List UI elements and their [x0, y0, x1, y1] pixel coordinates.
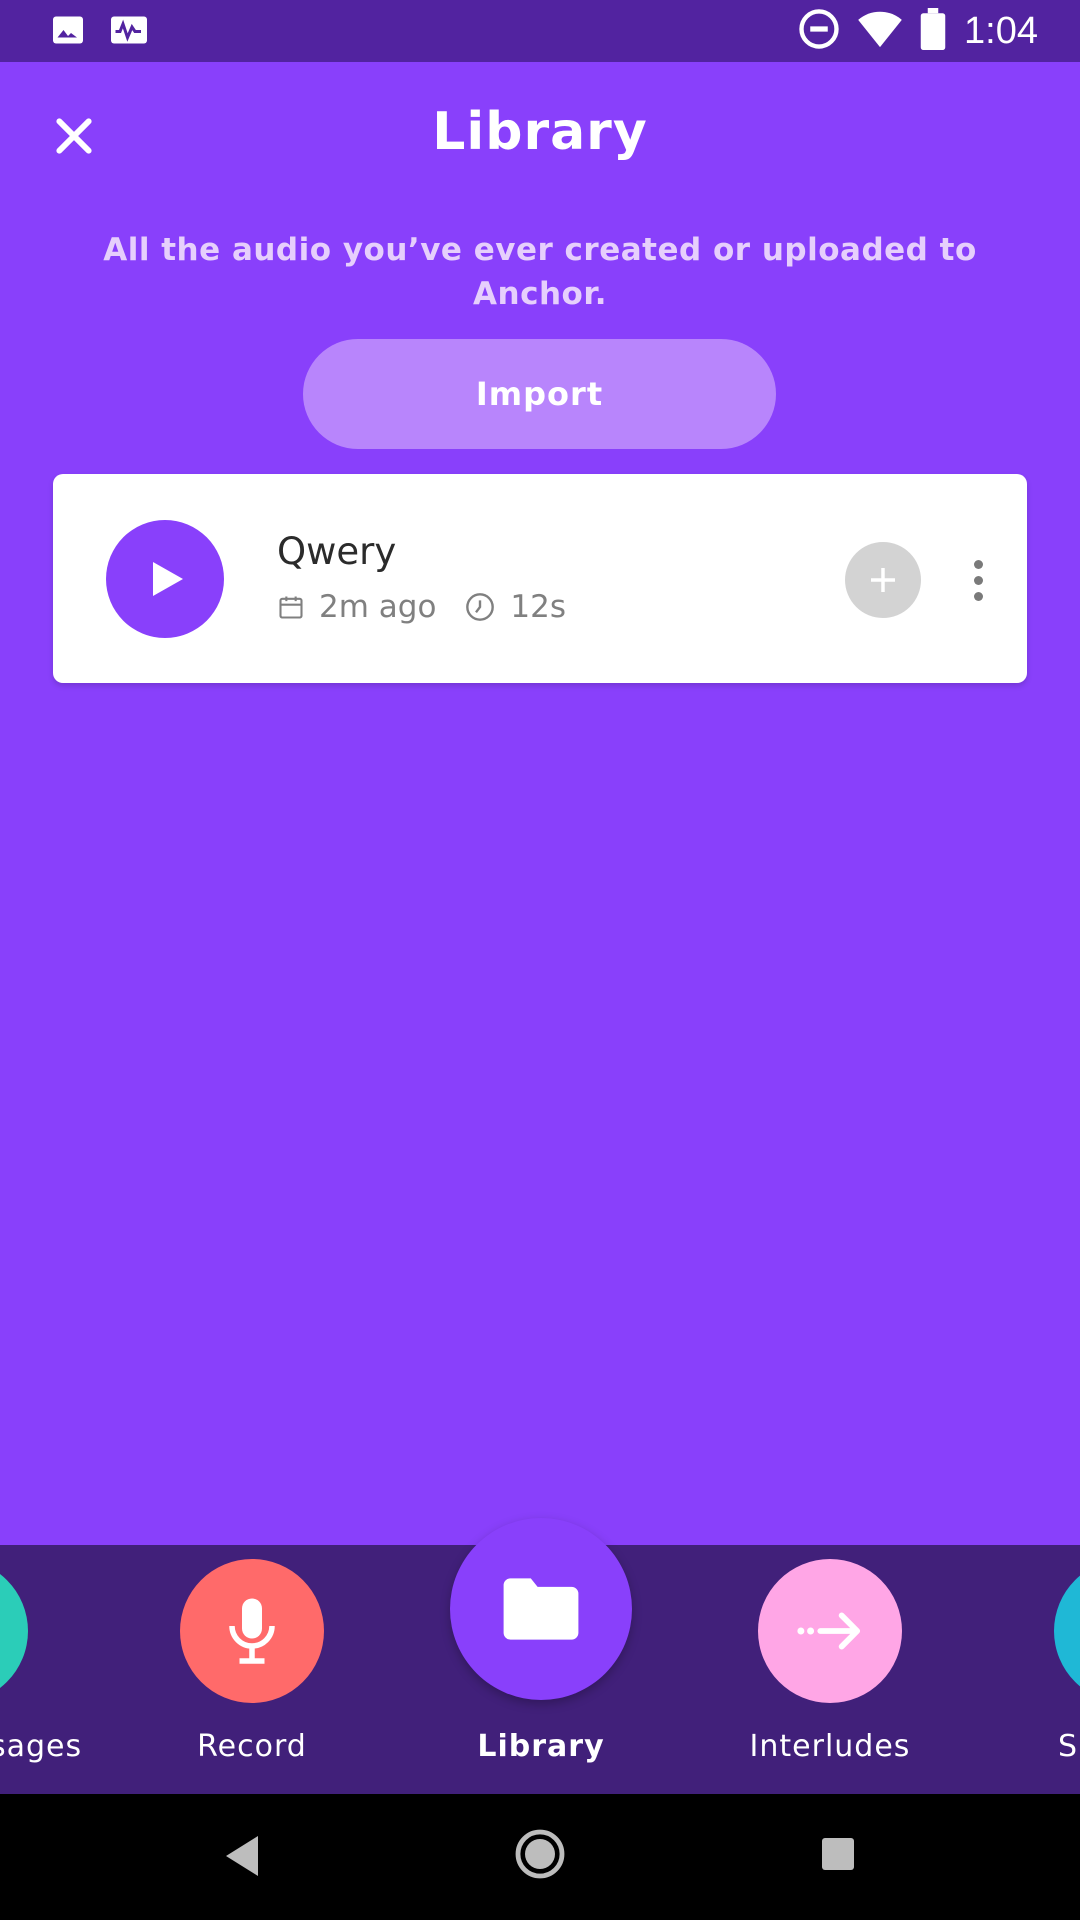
sounds-circle: [1054, 1559, 1080, 1703]
messages-circle: [0, 1559, 28, 1703]
folder-icon: [503, 1578, 579, 1640]
audio-date: 2m ago: [319, 589, 437, 625]
wifi-icon: [858, 9, 902, 53]
play-button[interactable]: [106, 520, 224, 638]
add-to-episode-button[interactable]: [845, 542, 921, 618]
nav-item-library[interactable]: [450, 1518, 632, 1700]
nav-label-sounds: S: [1058, 1729, 1079, 1764]
recents-icon: [822, 1838, 854, 1870]
activity-icon: [108, 12, 150, 52]
audio-meta: 2m ago 12s: [277, 589, 594, 625]
microphone-icon: [229, 1598, 275, 1664]
home-button[interactable]: [514, 1828, 566, 1884]
record-circle: [180, 1559, 324, 1703]
more-dot-icon: [973, 575, 983, 585]
recents-button[interactable]: [820, 1836, 856, 1876]
back-icon: [226, 1836, 258, 1876]
play-icon: [153, 562, 183, 596]
status-bar: 1:04: [0, 0, 1080, 62]
nav-label-messages: sages: [0, 1729, 83, 1764]
back-button[interactable]: [222, 1834, 262, 1882]
battery-icon: [920, 8, 946, 54]
audio-item-card[interactable]: Qwery 2m ago 12s: [53, 474, 1027, 683]
more-dot-icon: [973, 591, 983, 601]
more-dot-icon: [973, 559, 983, 569]
status-time: 1:04: [964, 9, 1038, 52]
audio-duration: 12s: [510, 589, 567, 625]
do-not-disturb-icon: [798, 8, 840, 54]
import-button[interactable]: Import: [303, 339, 776, 449]
library-description: All the audio you’ve ever created or upl…: [103, 232, 977, 312]
nav-label-interludes: Interludes: [749, 1729, 911, 1764]
nav-label-library: Library: [477, 1729, 605, 1764]
system-nav-bar: [0, 1794, 1080, 1920]
audio-title: Qwery: [277, 530, 397, 573]
image-icon: [50, 12, 86, 52]
library-screen: Library All the audio you’ve ever create…: [0, 62, 1080, 1545]
arrow-right-icon: [797, 1612, 861, 1650]
clock-icon: [466, 593, 495, 621]
home-icon: [515, 1829, 565, 1879]
interludes-circle: [758, 1559, 902, 1703]
plus-icon: [871, 568, 895, 592]
calendar-icon: [279, 596, 303, 619]
more-options-button[interactable]: [961, 542, 995, 618]
page-title: Library: [432, 102, 648, 162]
nav-label-record: Record: [197, 1729, 307, 1764]
